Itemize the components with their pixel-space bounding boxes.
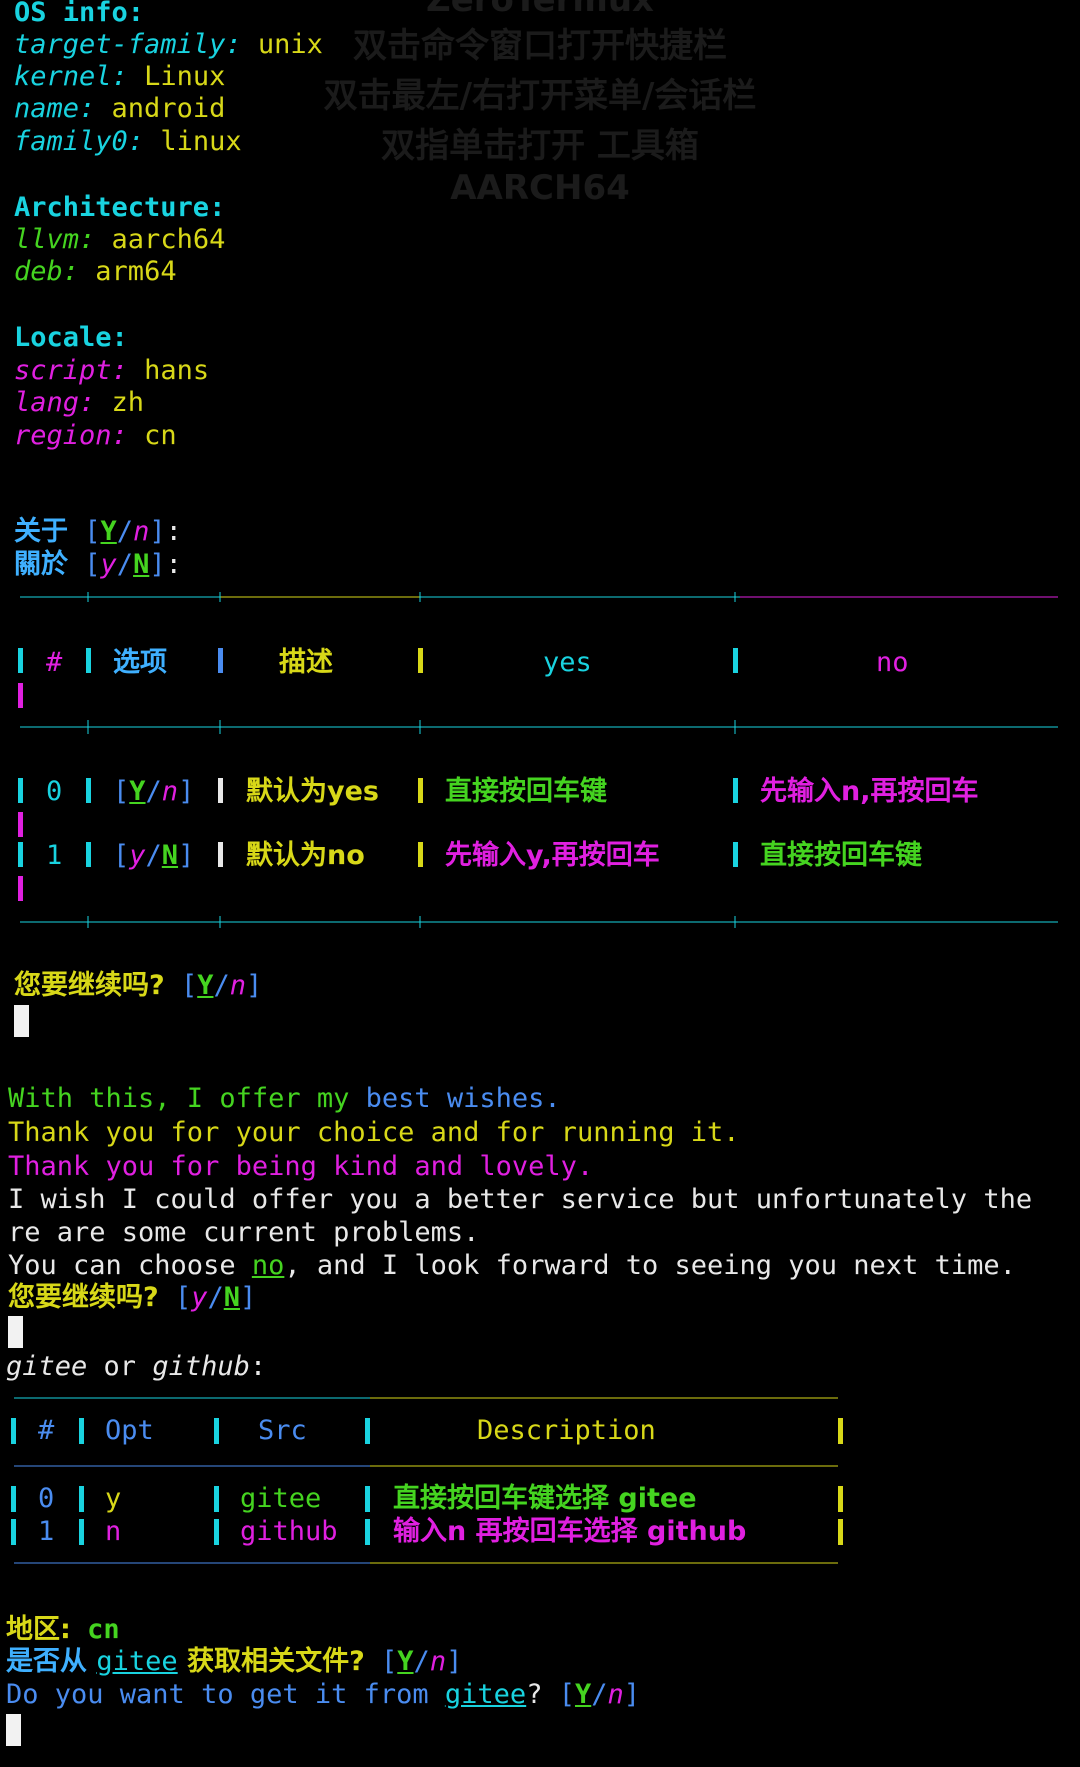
final-prompt-zh: 是否从 gitee 获取相关文件? [Y/n] (6, 1646, 463, 1677)
terminal-cursor[interactable] (6, 1714, 21, 1746)
region-line: 地区: cn (6, 1614, 120, 1645)
table2-row-num: 0 (38, 1483, 55, 1514)
table2-row-src: github (240, 1516, 338, 1547)
final-prompt-en: Do you want to get it from gitee? [Y/n] (6, 1679, 641, 1710)
table2-header-opt: Opt (105, 1415, 154, 1446)
table2-row-desc: 直接按回车键选择 gitee (393, 1483, 697, 1514)
table2-header-num: # (38, 1415, 55, 1446)
table2-row-src: gitee (240, 1483, 322, 1514)
table2-row-desc: 输入n 再按回车选择 github (393, 1516, 747, 1547)
gitee-link[interactable]: gitee (96, 1646, 177, 1677)
table2-row-num: 1 (38, 1516, 55, 1547)
table2-row-opt: n (105, 1516, 122, 1547)
table2-header-src: Src (258, 1415, 307, 1446)
gitee-link[interactable]: gitee (445, 1679, 526, 1710)
table2-row-opt: y (105, 1483, 122, 1514)
table2-header-description: Description (477, 1415, 656, 1446)
